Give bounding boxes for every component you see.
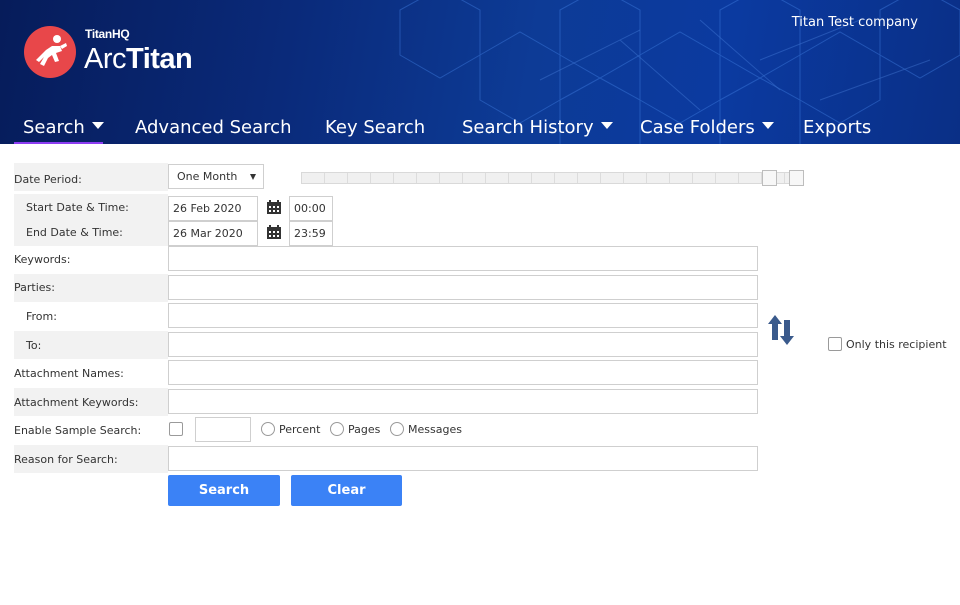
swap-arrows-icon[interactable] xyxy=(767,314,795,346)
attachment-names-label: Attachment Names: xyxy=(14,367,124,380)
nav-case-folders[interactable]: Case Folders xyxy=(640,116,774,140)
date-range-slider-handle-start[interactable] xyxy=(762,170,777,186)
date-period-value: One Month xyxy=(177,170,237,183)
chevron-down-icon xyxy=(92,122,104,129)
search-button[interactable]: Search xyxy=(168,475,280,506)
nav-active-indicator xyxy=(14,142,103,144)
parties-label: Parties: xyxy=(14,281,55,294)
nav-search[interactable]: Search xyxy=(23,116,104,140)
clear-button[interactable]: Clear xyxy=(291,475,402,506)
sample-search-checkbox[interactable] xyxy=(169,422,183,436)
percent-radio[interactable] xyxy=(261,422,275,436)
main-nav: Search Advanced Search Key Search Search… xyxy=(0,112,960,144)
nav-search-history[interactable]: Search History xyxy=(462,116,613,140)
only-recipient-label: Only this recipient xyxy=(846,338,947,351)
keywords-label: Keywords: xyxy=(14,253,70,266)
arctitan-logo[interactable]: TitanHQ ArcTitan xyxy=(24,26,224,78)
sample-size-input[interactable] xyxy=(195,417,251,442)
nav-key-search[interactable]: Key Search xyxy=(325,116,425,140)
logo-product-bold: Titan xyxy=(126,43,192,75)
parties-input[interactable] xyxy=(168,275,758,300)
only-recipient-checkbox[interactable] xyxy=(828,337,842,351)
nav-key-search-label: Key Search xyxy=(325,117,425,138)
reason-label: Reason for Search: xyxy=(14,453,118,466)
to-input[interactable] xyxy=(168,332,758,357)
start-date-input[interactable] xyxy=(168,196,258,221)
reason-input[interactable] xyxy=(168,446,758,471)
nav-search-history-label: Search History xyxy=(462,117,594,138)
from-input[interactable] xyxy=(168,303,758,328)
sample-search-label: Enable Sample Search: xyxy=(14,424,141,437)
chevron-down-icon xyxy=(762,122,774,129)
logo-product-light: Arc xyxy=(84,43,126,75)
calendar-icon[interactable] xyxy=(266,199,282,215)
nav-advanced-search[interactable]: Advanced Search xyxy=(135,116,291,140)
messages-label: Messages xyxy=(408,423,462,436)
attachment-keywords-label: Attachment Keywords: xyxy=(14,396,138,409)
date-period-label: Date Period: xyxy=(14,173,82,186)
logo-brand-text: TitanHQ xyxy=(85,27,129,41)
end-date-label: End Date & Time: xyxy=(26,226,123,239)
keywords-input[interactable] xyxy=(168,246,758,271)
pages-radio[interactable] xyxy=(330,422,344,436)
date-period-select[interactable]: One Month xyxy=(168,164,264,189)
start-date-label: Start Date & Time: xyxy=(26,201,129,214)
nav-search-label: Search xyxy=(23,117,85,138)
calendar-icon[interactable] xyxy=(266,224,282,240)
nav-case-folders-label: Case Folders xyxy=(640,117,755,138)
start-time-input[interactable] xyxy=(289,196,333,221)
attachment-names-input[interactable] xyxy=(168,360,758,385)
end-date-input[interactable] xyxy=(168,221,258,246)
logo-product-text: ArcTitan xyxy=(84,42,192,76)
chevron-down-icon xyxy=(250,174,256,180)
date-range-slider-track[interactable] xyxy=(301,172,790,184)
date-range-slider-handle-end[interactable] xyxy=(789,170,804,186)
attachment-keywords-input[interactable] xyxy=(168,389,758,414)
arctitan-logo-icon xyxy=(24,26,76,78)
from-label: From: xyxy=(26,310,57,323)
to-label: To: xyxy=(26,339,41,352)
end-time-input[interactable] xyxy=(289,221,333,246)
chevron-down-icon xyxy=(601,122,613,129)
nav-advanced-search-label: Advanced Search xyxy=(135,117,291,138)
percent-label: Percent xyxy=(279,423,320,436)
nav-exports[interactable]: Exports xyxy=(803,116,871,140)
nav-exports-label: Exports xyxy=(803,117,871,138)
company-name: Titan Test company xyxy=(792,15,918,30)
pages-label: Pages xyxy=(348,423,380,436)
app-header: Titan Test company TitanHQ ArcTitan Sear… xyxy=(0,0,960,144)
messages-radio[interactable] xyxy=(390,422,404,436)
